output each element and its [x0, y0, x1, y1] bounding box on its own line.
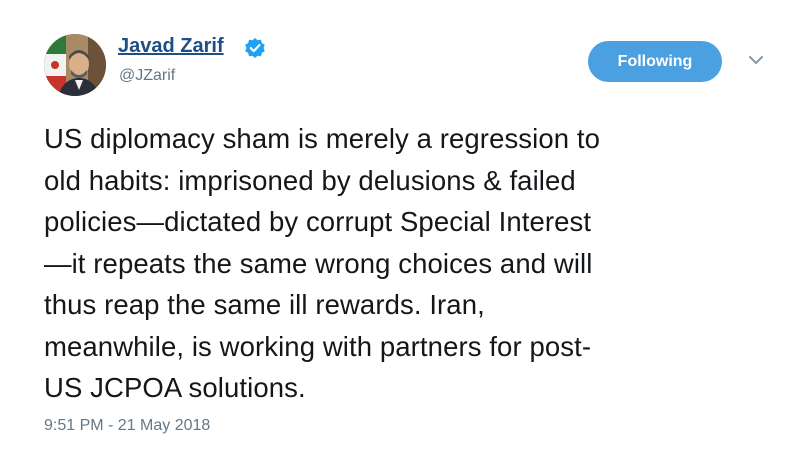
avatar[interactable]	[44, 34, 106, 96]
tweet-text-line: thus reap the same ill rewards. Iran,	[44, 289, 485, 320]
tweet-card: Javad Zarif @JZarif Following US diploma…	[0, 0, 800, 450]
verified-badge-icon	[245, 38, 265, 58]
author-handle[interactable]: @JZarif	[119, 67, 175, 85]
avatar-image	[44, 34, 106, 96]
tweet-timestamp[interactable]: 9:51 PM - 21 May 2018	[44, 417, 210, 435]
tweet-text-line: US diplomacy sham is merely a regression…	[44, 123, 601, 154]
tweet-text-line: policies—dictated by corrupt Special Int…	[44, 206, 592, 237]
tweet-text-line: meanwhile, is working with partners for …	[44, 330, 592, 362]
tweet-text-line: old habits: imprisoned by delusions & fa…	[44, 164, 576, 196]
tweet-text-line: —it repeats the same wrong choices and w…	[44, 247, 593, 279]
following-button[interactable]: Following	[588, 41, 722, 82]
author-display-name[interactable]: Javad Zarif	[118, 35, 224, 58]
tweet-text-line: US JCPOA solutions.	[44, 372, 306, 403]
chevron-down-icon[interactable]	[747, 53, 765, 67]
tweet-text: US diplomacy sham is merely a regression…	[44, 118, 774, 409]
